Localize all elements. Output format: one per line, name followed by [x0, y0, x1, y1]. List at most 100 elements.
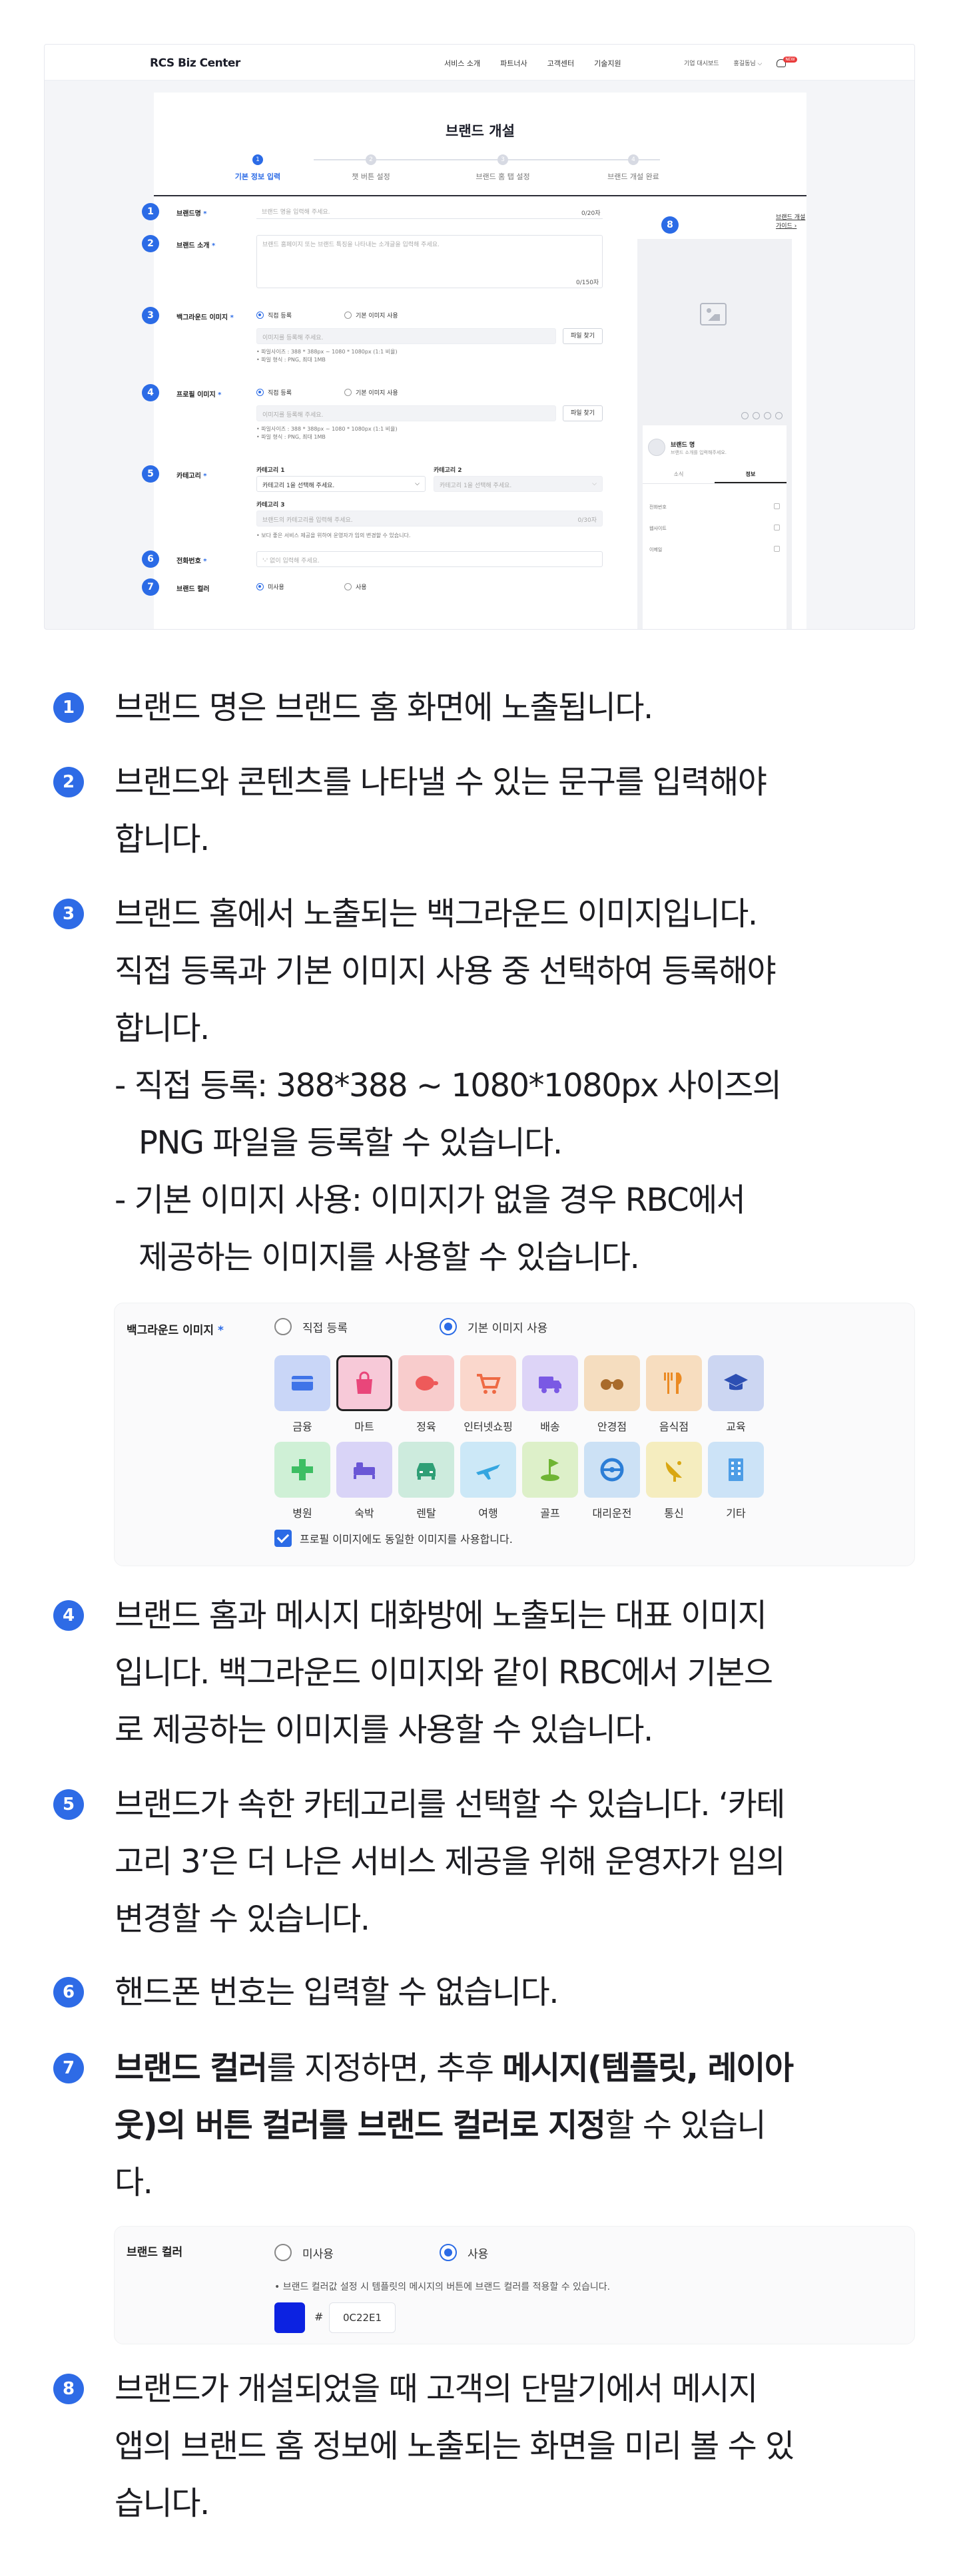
step-number-badge: 1 [53, 692, 84, 723]
image-tile-golf[interactable] [522, 1442, 578, 1498]
bell-icon[interactable]: NEW [777, 56, 797, 67]
image-tile-credit-card[interactable] [274, 1355, 330, 1411]
brand-color-panel: 브랜드 컬러 미사용 사용 • 브랜드 컬러값 설정 시 템플릿의 메시지의 버… [114, 2226, 915, 2344]
preview-row-web: 웹사이트 [649, 525, 780, 532]
desc-text: 브랜드 명은 브랜드 홈 화면에 노출됩니다. [115, 689, 653, 726]
bed-icon [354, 1462, 375, 1479]
brand-create-screenshot: RCS Biz Center 서비스 소개 파트너사 고객센터 기술지원 기업 … [44, 44, 915, 630]
category-1-select[interactable]: 카테고리 1을 선택해 주세요. ⌵ [256, 476, 426, 492]
image-tile-glasses[interactable] [584, 1355, 640, 1411]
category-note: • 보다 좋은 서비스 제공을 위하여 운영자가 임의 변경할 수 있습니다. [256, 533, 411, 538]
image-tile-shopping-bag[interactable] [336, 1355, 392, 1411]
image-tile-delivery-truck[interactable] [522, 1355, 578, 1411]
profile-file-input[interactable]: 이미지를 등록해 주세요. [256, 405, 556, 421]
image-tile-car[interactable] [398, 1442, 454, 1498]
default-image-radio[interactable]: 기본 이미지 사용 [440, 1318, 547, 1335]
nav-item-partner[interactable]: 파트너사 [500, 58, 527, 69]
preview-action-icons [741, 412, 783, 419]
logo[interactable]: RCS Biz Center [150, 57, 240, 70]
desc-text: 브랜드가 속한 카테고리를 선택할 수 있습니다. ‘카테 고리 3’은 더 나은… [115, 1786, 786, 1938]
image-tile-label: 금융 [292, 1420, 312, 1433]
brand-name-label: 브랜드명 * [176, 210, 207, 218]
step-4-dot: 4 [628, 154, 639, 165]
guide-link[interactable]: 브랜드 개설 가이드 › [776, 212, 806, 230]
nav-item-tech[interactable]: 기술지원 [594, 58, 621, 69]
profile-direct-radio[interactable]: 직접 등록 [256, 388, 292, 397]
step-4-label: 브랜드 개설 완료 [607, 172, 659, 181]
brand-form-card: 브랜드 개설 1 2 3 4 기본 정보 입력 챗 버튼 설정 브랜드 홈 탭 … [142, 93, 806, 629]
glasses-icon [601, 1379, 623, 1390]
golf-icon [541, 1459, 559, 1481]
brand-intro-label: 브랜드 소개 * [176, 242, 216, 250]
desc-text: 브랜드가 개설되었을 때 고객의 단말기에서 메시지 앱의 브랜드 홈 정보에 노… [115, 2370, 795, 2522]
step-number-badge: 7 [53, 2053, 84, 2083]
brand-color-swatch[interactable] [274, 2302, 305, 2333]
brand-intro-count: 0/150자 [576, 280, 599, 286]
profile-default-radio[interactable]: 기본 이미지 사용 [344, 388, 398, 397]
category-1-label: 카테고리 1 [256, 467, 285, 474]
brand-color-unused-radio[interactable]: 미사용 [274, 2244, 334, 2261]
marker-3: 3 [142, 307, 159, 324]
brand-color-label: 브랜드 컬러 [176, 586, 210, 593]
step-number-badge: 4 [53, 1600, 84, 1631]
image-tile-label: 마트 [354, 1420, 374, 1433]
satellite-icon [665, 1461, 682, 1482]
desc-text: 브랜드와 콘텐츠를 나타낼 수 있는 문구를 입력해야 합니다. [115, 763, 767, 858]
background-file-button[interactable]: 파일 찾기 [563, 328, 603, 344]
desc-text: 브랜드 홈에서 노출되는 백그라운드 이미지입니다. 직접 등록과 기본 이미지… [115, 895, 782, 1276]
page-title: 브랜드 개설 [446, 123, 515, 139]
image-tile-shopping-cart[interactable] [460, 1355, 516, 1411]
user-menu[interactable]: 홍길동님 ⌵ [734, 59, 763, 67]
image-tile-building[interactable] [708, 1442, 764, 1498]
profile-notes: • 파일사이즈 : 388 * 388px ~ 1080 * 1080px (1… [256, 426, 398, 440]
dashboard-link[interactable]: 기업 대시보드 [684, 59, 719, 67]
brand-intro-textarea[interactable]: 브랜드 홈페이지 또는 브랜드 특징을 나타내는 소개글을 입력해 주세요. [256, 235, 603, 288]
marker-4: 4 [142, 384, 159, 401]
profile-file-button[interactable]: 파일 찾기 [563, 405, 603, 421]
step-number-badge: 8 [53, 2374, 84, 2404]
image-tile-fork-knife[interactable] [646, 1355, 702, 1411]
image-tile-label: 교육 [726, 1420, 746, 1433]
nav-item-support[interactable]: 고객센터 [547, 58, 574, 69]
brand-color-used-radio[interactable]: 사용 [440, 2244, 488, 2261]
category-label: 카테고리 * [176, 473, 207, 480]
desc-text: 브랜드 컬러를 지정하면, 추후 메시지(템플릿, 레이아 웃)의 버튼 컬러를… [115, 2049, 794, 2201]
step-1-dot: 1 [252, 154, 263, 165]
preview-tab-news[interactable]: 소식 [643, 467, 715, 483]
preview-tabs: 소식 정보 [643, 467, 787, 484]
brand-home-preview: 브랜드 명 브랜드 소개를 입력해주세요. 소식 정보 전화번호 웹사이트 이메… [637, 239, 792, 629]
image-tile-label: 음식점 [659, 1420, 689, 1433]
nav-item-service[interactable]: 서비스 소개 [444, 58, 480, 69]
preview-profile-avatar [648, 439, 665, 456]
brand-name-input[interactable]: 브랜드 명을 입력해 주세요. [256, 203, 603, 219]
image-tile-airplane[interactable] [460, 1442, 516, 1498]
same-as-profile-checkbox[interactable]: 프로필 이미지에도 동일한 이미지를 사용합니다. [274, 1530, 513, 1547]
image-tile-medical-cross[interactable] [274, 1442, 330, 1498]
brand-color-note: • 브랜드 컬러값 설정 시 템플릿의 메시지의 버튼에 브랜드 컬러를 적용할… [274, 2282, 611, 2292]
image-tile-steering-wheel[interactable] [584, 1442, 640, 1498]
util-nav: 기업 대시보드 홍길동님 ⌵ NEW [684, 56, 797, 67]
brand-color-on-radio[interactable]: 사용 [344, 582, 367, 591]
shopping-cart-icon [477, 1374, 501, 1394]
desc-text: 핸드폰 번호는 입력할 수 없습니다. [115, 1974, 559, 2011]
image-tile-label: 대리운전 [592, 1507, 632, 1520]
direct-upload-radio[interactable]: 직접 등록 [274, 1318, 348, 1335]
background-direct-radio[interactable]: 직접 등록 [256, 311, 292, 320]
new-badge: NEW [783, 56, 797, 63]
preview-tab-info[interactable]: 정보 [715, 467, 787, 483]
category-2-select[interactable]: 카테고리 1을 선택해 주세요. ⌵ [434, 476, 603, 492]
preview-row-phone: 전화번호 [649, 503, 780, 511]
phone-input[interactable]: '-' 없이 입력해 주세요. [256, 551, 603, 567]
brand-color-off-radio[interactable]: 미사용 [256, 582, 284, 591]
airplane-icon [476, 1464, 500, 1480]
background-panel-label: 백그라운드 이미지 * [127, 1324, 224, 1337]
category-3-input[interactable]: 브랜드의 카테고리를 입력해 주세요. 0/30자 [256, 511, 603, 527]
background-default-radio[interactable]: 기본 이미지 사용 [344, 311, 398, 320]
globe-icon [774, 525, 780, 531]
image-tile-bed[interactable] [336, 1442, 392, 1498]
brand-color-hex-input[interactable]: 0C22E1 [329, 2302, 396, 2333]
background-file-input[interactable]: 이미지를 등록해 주세요. [256, 328, 556, 344]
image-tile-graduation-cap[interactable] [708, 1355, 764, 1411]
image-tile-satellite[interactable] [646, 1442, 702, 1498]
image-tile-meat[interactable] [398, 1355, 454, 1411]
